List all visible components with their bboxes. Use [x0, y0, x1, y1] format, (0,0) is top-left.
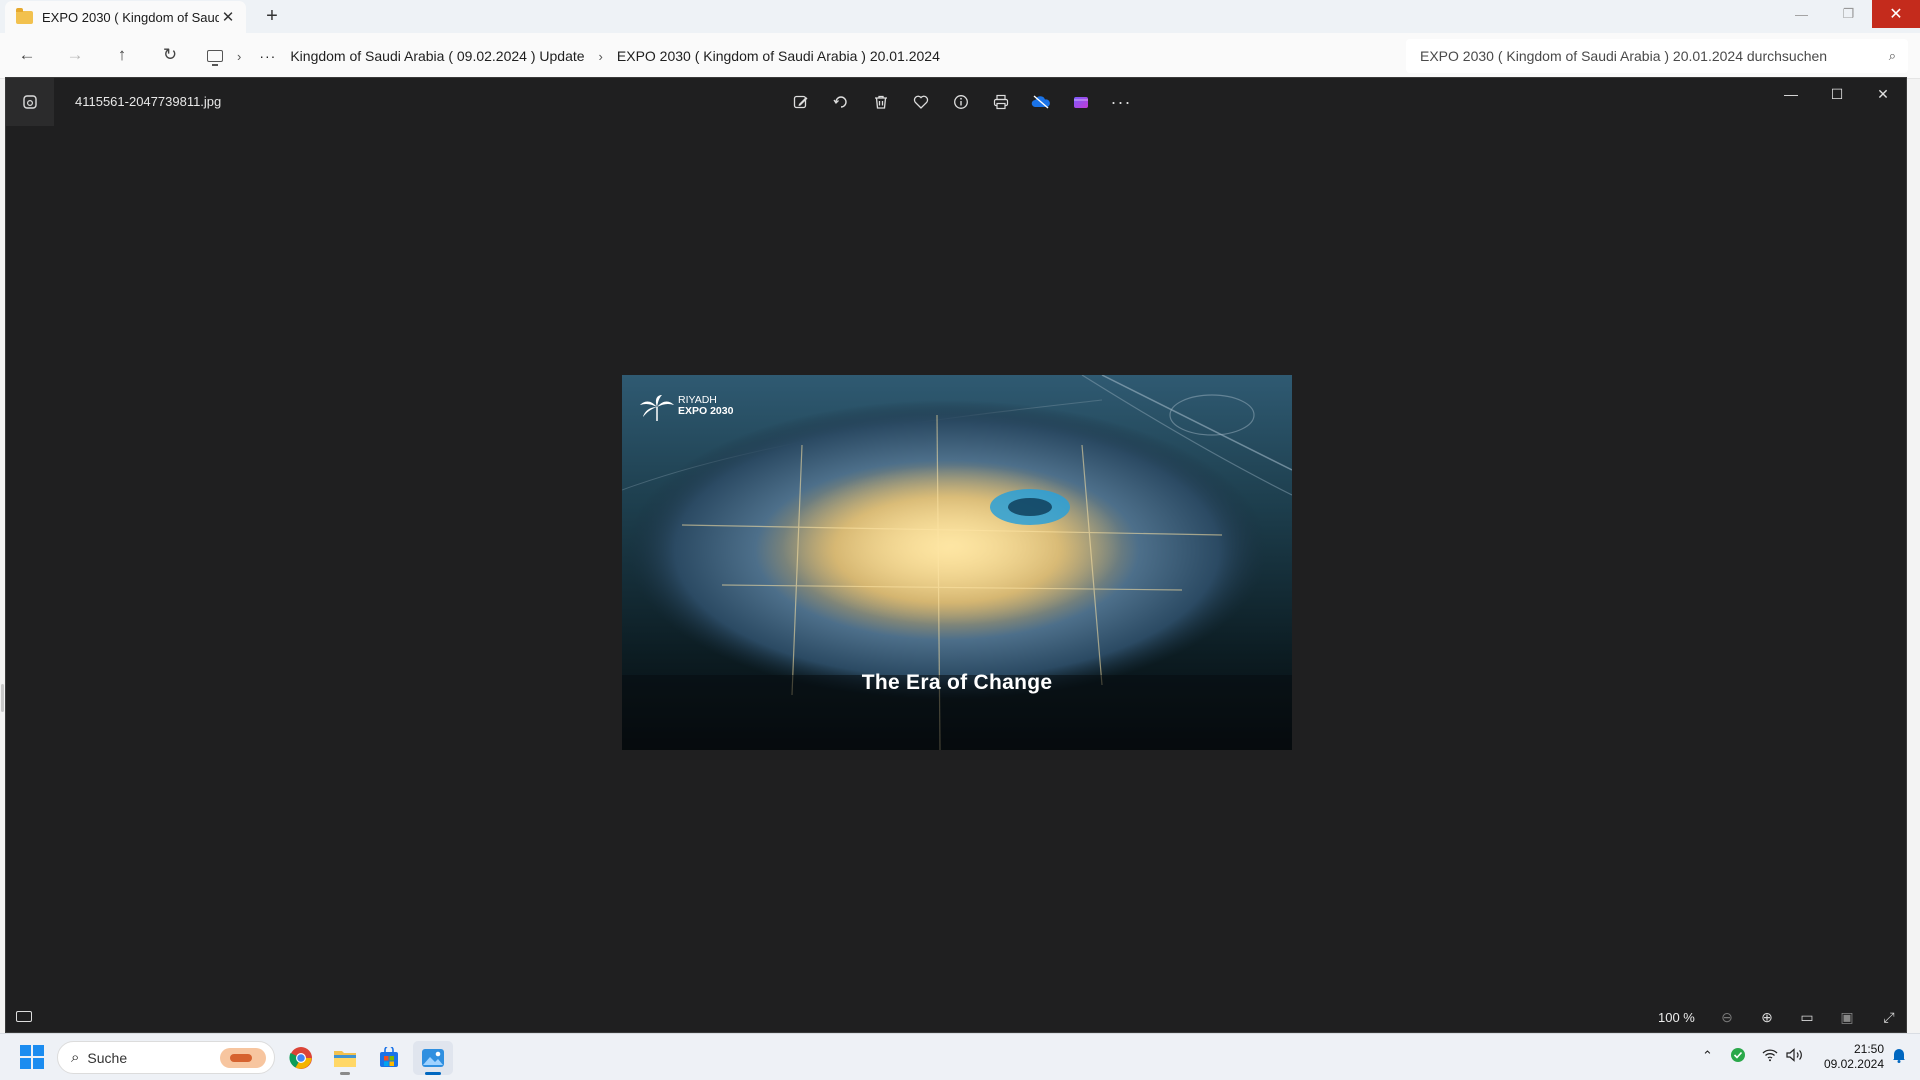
- search-placeholder: EXPO 2030 ( Kingdom of Saudi Arabia ) 20…: [1420, 48, 1828, 64]
- favorite-icon[interactable]: [901, 90, 941, 114]
- minimize-button[interactable]: —: [1768, 78, 1814, 110]
- edit-icon[interactable]: [781, 90, 821, 114]
- actual-size-icon[interactable]: ▣: [1836, 1007, 1858, 1027]
- fit-to-window-icon[interactable]: ▭: [1796, 1007, 1818, 1027]
- search-icon: ⌕: [1888, 48, 1896, 63]
- tab-title: EXPO 2030 ( Kingdom of Saud: [42, 9, 219, 25]
- file-name: 4115561-2047739811.jpg: [75, 94, 222, 109]
- chevron-up-icon[interactable]: ⌃: [1702, 1048, 1713, 1064]
- viewer-window-controls: — ☐ ✕: [1768, 78, 1906, 110]
- explorer-tab[interactable]: EXPO 2030 ( Kingdom of Saud ✕: [5, 1, 246, 33]
- delete-icon[interactable]: [861, 90, 901, 114]
- minimize-button[interactable]: —: [1778, 0, 1825, 28]
- wifi-icon[interactable]: [1762, 1048, 1778, 1065]
- chrome-icon[interactable]: [281, 1041, 321, 1075]
- more-icon[interactable]: ···: [1101, 90, 1141, 114]
- palm-logo-icon: [638, 393, 676, 423]
- info-icon[interactable]: [941, 90, 981, 114]
- active-indicator: [425, 1072, 441, 1075]
- clipchamp-icon[interactable]: [1061, 90, 1101, 114]
- photos-app-icon[interactable]: [6, 78, 54, 126]
- viewer-toolbar: ···: [781, 90, 1141, 114]
- restore-button[interactable]: ❐: [1825, 0, 1872, 28]
- explorer-window-controls: — ❐ ✕: [1778, 0, 1920, 33]
- taskbar-search-label: Suche: [87, 1049, 128, 1066]
- photos-icon[interactable]: [413, 1041, 453, 1075]
- print-icon[interactable]: [981, 90, 1021, 114]
- forward-icon[interactable]: →: [62, 45, 88, 65]
- breadcrumb: › ··· Kingdom of Saudi Arabia ( 09.02.20…: [207, 33, 940, 79]
- filmstrip-icon[interactable]: [16, 1011, 32, 1022]
- rotate-icon[interactable]: [821, 90, 861, 114]
- new-tab-button[interactable]: +: [262, 5, 282, 28]
- viewer-footer: 100 % ⊖ ⊕ ▭ ▣ ⤢: [6, 1002, 1906, 1032]
- breadcrumb-item[interactable]: Kingdom of Saudi Arabia ( 09.02.2024 ) U…: [290, 48, 584, 64]
- logo-event: EXPO 2030: [678, 405, 734, 417]
- breadcrumb-item[interactable]: EXPO 2030 ( Kingdom of Saudi Arabia ) 20…: [617, 48, 940, 64]
- zoom-in-icon[interactable]: ⊕: [1756, 1007, 1778, 1027]
- address-bar: ← → ↑ ↻ › ··· Kingdom of Saudi Arabia ( …: [0, 33, 1920, 79]
- search-icon: ⌕: [71, 1049, 80, 1066]
- resize-handle[interactable]: [1, 684, 4, 712]
- photo-caption: The Era of Change: [861, 671, 1053, 694]
- chevron-right-icon[interactable]: ›: [237, 49, 241, 64]
- security-icon[interactable]: [1730, 1047, 1746, 1066]
- displayed-photo[interactable]: RIYADH EXPO 2030 The Era of Change: [622, 375, 1292, 750]
- zoom-level[interactable]: 100 %: [1658, 1010, 1695, 1025]
- volume-icon[interactable]: [1786, 1048, 1804, 1065]
- clock-time: 21:50: [1853, 1042, 1884, 1056]
- taskbar-search[interactable]: ⌕ Suche: [57, 1041, 275, 1074]
- photo-viewer-window: 4115561-2047739811.jpg ··· — ☐ ✕ RIYADH …: [5, 77, 1907, 1033]
- more-crumbs-icon[interactable]: ···: [259, 48, 276, 64]
- close-tab-icon[interactable]: ✕: [219, 8, 237, 26]
- start-button[interactable]: [20, 1045, 44, 1069]
- close-viewer-button[interactable]: ✕: [1860, 78, 1906, 110]
- up-icon[interactable]: ↑: [109, 45, 135, 65]
- riyadh-expo-logo: RIYADH EXPO 2030: [638, 393, 733, 423]
- maximize-button[interactable]: ☐: [1814, 78, 1860, 110]
- zoom-out-icon[interactable]: ⊖: [1716, 1007, 1738, 1027]
- back-icon[interactable]: ←: [14, 45, 40, 65]
- folder-search-input[interactable]: EXPO 2030 ( Kingdom of Saudi Arabia ) 20…: [1406, 39, 1908, 73]
- folder-icon: [16, 7, 33, 24]
- store-icon[interactable]: [369, 1041, 409, 1075]
- clock[interactable]: 21:50 09.02.2024: [1824, 1042, 1884, 1072]
- explorer-tab-bar: EXPO 2030 ( Kingdom of Saud ✕ + — ❐ ✕: [0, 0, 1920, 33]
- system-tray: ⌃ 21:50 09.02.2024: [1680, 1034, 1920, 1080]
- fullscreen-icon[interactable]: ⤢: [1878, 1007, 1900, 1027]
- this-pc-icon[interactable]: [207, 50, 223, 66]
- clock-date: 09.02.2024: [1823, 1057, 1884, 1071]
- onedrive-icon[interactable]: [1021, 90, 1061, 114]
- file-explorer-icon[interactable]: [325, 1041, 365, 1075]
- refresh-icon[interactable]: ↻: [157, 45, 183, 65]
- taskbar: ⌕ Suche ⌃ 21:50 09.02.2024: [0, 1033, 1920, 1080]
- search-highlight-icon: [220, 1048, 266, 1068]
- running-indicator: [340, 1072, 350, 1075]
- close-window-button[interactable]: ✕: [1872, 0, 1920, 28]
- viewer-title-bar: 4115561-2047739811.jpg ··· — ☐ ✕: [6, 78, 1906, 126]
- chevron-right-icon[interactable]: ›: [599, 49, 603, 64]
- notification-bell-icon[interactable]: [1892, 1047, 1906, 1066]
